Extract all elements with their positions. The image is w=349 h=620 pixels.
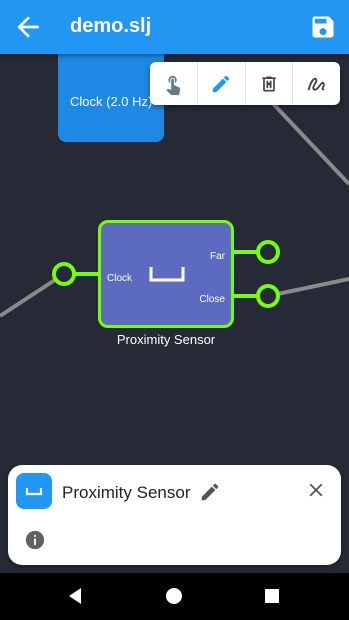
nav-home-icon[interactable] xyxy=(164,586,184,611)
wire-icon[interactable] xyxy=(293,62,340,105)
component-info-panel: Proximity Sensor xyxy=(8,465,341,565)
save-icon[interactable] xyxy=(309,13,337,41)
info-icon[interactable] xyxy=(24,529,46,556)
wire-close-out xyxy=(267,277,349,298)
system-nav-bar xyxy=(0,573,349,620)
sensor-node-name: Proximity Sensor xyxy=(116,332,216,347)
touch-icon[interactable] xyxy=(150,62,198,105)
node-toolbar xyxy=(150,62,340,105)
nav-recents-icon[interactable] xyxy=(262,586,282,611)
delete-icon[interactable] xyxy=(246,62,294,105)
clock-node-label: Clock (2.0 Hz) xyxy=(70,94,153,109)
port-close[interactable] xyxy=(256,284,280,308)
arrow-back-icon[interactable] xyxy=(12,11,44,43)
port-label-close: Close xyxy=(199,294,225,305)
port-label-clock: Clock xyxy=(107,273,133,284)
sensor-icon xyxy=(16,473,52,509)
port-clock[interactable] xyxy=(52,262,76,286)
edit-icon[interactable] xyxy=(199,481,221,508)
pencil-icon[interactable] xyxy=(198,62,246,105)
page-title: demo.slj xyxy=(70,15,152,37)
port-far[interactable] xyxy=(256,240,280,264)
panel-title: Proximity Sensor xyxy=(62,483,191,502)
close-icon[interactable] xyxy=(305,479,327,506)
app-bar: demo.slj xyxy=(0,0,349,54)
sensor-glyph-icon xyxy=(149,265,185,288)
proximity-sensor-node[interactable]: Clock Far Close xyxy=(98,220,234,328)
nav-back-icon[interactable] xyxy=(66,586,86,611)
port-label-far: Far xyxy=(210,251,225,262)
